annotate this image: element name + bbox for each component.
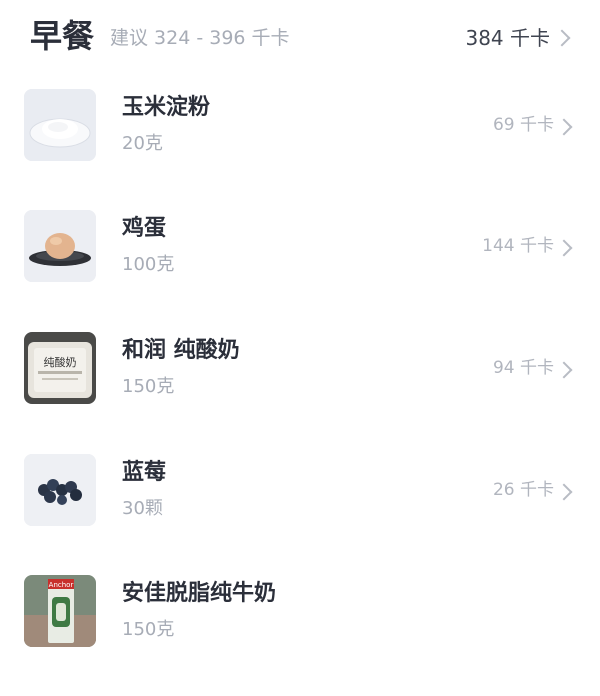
meal-header: 早餐 建议 324 - 396 千卡 384 千卡 [0,0,600,72]
meal-title: 早餐 [30,17,95,55]
food-name: 安佳脱脂纯牛奶 [122,581,277,606]
food-item[interactable]: 玉米淀粉 20克 69 千卡 [0,89,600,210]
food-amount: 150克 [122,376,175,397]
chevron-right-icon[interactable] [555,483,573,501]
food-name: 玉米淀粉 [122,95,211,120]
food-calories: 94 千卡 [492,358,554,378]
food-name: 和润 纯酸奶 [122,338,240,363]
food-name: 鸡蛋 [122,216,167,241]
milk-package-text: Anchor [49,581,74,589]
food-calories: 144 千卡 [482,236,554,256]
milk-carton-image: Anchor [24,575,96,647]
food-amount: 20克 [122,133,163,154]
yogurt-package-text: 纯酸奶 [44,355,77,369]
food-item[interactable]: 蓝莓 30颗 26 千卡 [0,454,600,575]
food-calories: 26 千卡 [492,480,554,500]
food-item[interactable]: Anchor 安佳脱脂纯牛奶 150克 [0,575,600,696]
food-calories: 69 千卡 [492,115,554,135]
egg-image [24,210,96,282]
calorie-suggestion: 建议 324 - 396 千卡 [110,27,290,49]
food-item[interactable]: 鸡蛋 100克 144 千卡 [0,210,600,331]
chevron-right-icon[interactable] [555,118,573,136]
food-amount: 30颗 [122,498,163,519]
chevron-right-icon[interactable] [553,29,571,47]
blueberries-image [24,454,96,526]
food-amount: 100克 [122,254,175,275]
chevron-right-icon[interactable] [555,239,573,257]
food-name: 蓝莓 [122,460,167,485]
meal-total-calories[interactable]: 384 千卡 [465,24,550,52]
corn-starch-image [24,89,96,161]
yogurt-cup-image: 纯酸奶 [24,332,96,404]
food-amount: 150克 [122,619,175,640]
food-item[interactable]: 纯酸奶 和润 纯酸奶 150克 94 千卡 [0,332,600,453]
chevron-right-icon[interactable] [555,361,573,379]
